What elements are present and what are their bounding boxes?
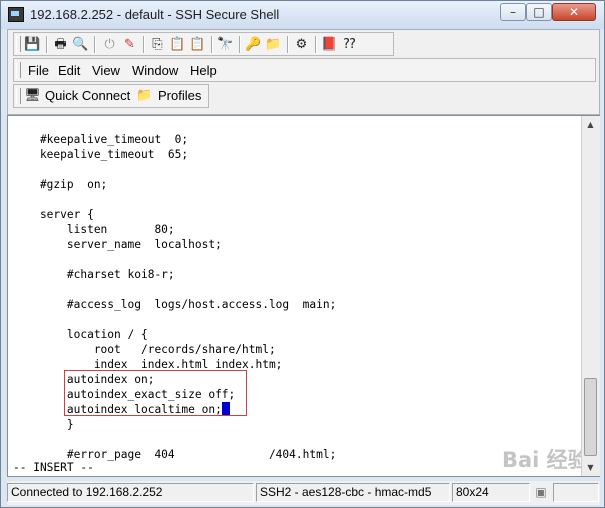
toolbar-separator: [287, 36, 289, 53]
status-extra-pane: [553, 483, 599, 502]
watermark: Bai 经验: [502, 448, 589, 472]
menu-window[interactable]: Window: [132, 63, 178, 78]
icon-toolbar: 💾 🖶 🔍 ⏻ ✎ ⎘ 📋 📋 🔭 🔑 📁 ⚙ 📕 ⁇: [13, 32, 394, 56]
menu-help[interactable]: Help: [190, 63, 217, 78]
file-transfer-icon[interactable]: 📁: [265, 36, 282, 53]
save-icon[interactable]: 💾: [24, 36, 41, 53]
tools-icon[interactable]: ⚙: [293, 36, 310, 53]
cipher-status: SSH2 - aes128-cbc - hmac-md5: [256, 483, 450, 502]
toolbar-separator: [239, 36, 241, 53]
highlight-annotation-box: [64, 370, 247, 416]
ssh-client-window: 192.168.2.252 - default - SSH Secure She…: [0, 0, 605, 508]
terminal-line: server_name localhost;: [13, 238, 222, 251]
quickbar-grip[interactable]: [16, 88, 21, 104]
toolbar-area: 💾 🖶 🔍 ⏻ ✎ ⎘ 📋 📋 🔭 🔑 📁 ⚙ 📕 ⁇ File Edit Vi…: [7, 29, 600, 115]
quick-connect-icon: 🖥: [24, 88, 41, 103]
paste-special-icon[interactable]: 📋: [189, 36, 206, 53]
copy-icon[interactable]: ⎘: [149, 36, 166, 53]
terminal-line: listen 80;: [13, 223, 175, 236]
key-icon[interactable]: 🔑: [245, 36, 262, 53]
quick-connect-bar: 🖥 Quick Connect 📁 Profiles: [13, 84, 209, 108]
minimize-button[interactable]: –: [500, 3, 526, 21]
toolbar-grip[interactable]: [16, 36, 21, 52]
close-button[interactable]: ✕: [552, 3, 596, 21]
terminal-view[interactable]: #keepalive_timeout 0; keepalive_timeout …: [7, 115, 600, 477]
terminal-size: 80x24: [452, 483, 530, 502]
find-icon[interactable]: 🔭: [217, 36, 234, 53]
terminal-line: server {: [13, 208, 94, 221]
terminal-app-icon: [8, 7, 24, 22]
terminal-line: #keepalive_timeout 0;: [13, 133, 189, 146]
scroll-down-icon[interactable]: ▼: [582, 459, 599, 476]
window-title: 192.168.2.252 - default - SSH Secure She…: [30, 7, 280, 22]
print-preview-icon[interactable]: 🔍: [72, 36, 89, 53]
terminal-line: #charset koi8-r;: [13, 268, 175, 281]
menu-view[interactable]: View: [92, 63, 120, 78]
toolbar-separator: [143, 36, 145, 53]
terminal-line: keepalive_timeout 65;: [13, 148, 189, 161]
context-help-icon[interactable]: ⁇: [341, 36, 358, 53]
vertical-scrollbar[interactable]: ▲ ▼: [581, 116, 600, 476]
terminal-line: root /records/share/html;: [13, 343, 276, 356]
menu-bar: File Edit View Window Help: [13, 58, 596, 82]
disconnect-icon[interactable]: ⏻: [101, 36, 118, 53]
help-book-icon[interactable]: 📕: [321, 36, 338, 53]
toolbar-separator: [94, 36, 96, 53]
maximize-button[interactable]: □: [526, 3, 552, 21]
quick-connect-button[interactable]: Quick Connect: [45, 88, 130, 103]
status-icon: ▣: [535, 485, 547, 499]
paste-icon[interactable]: 📋: [169, 36, 186, 53]
settings-icon[interactable]: ✎: [121, 36, 138, 53]
folder-icon: 📁: [136, 88, 153, 103]
terminal-line: location / {: [13, 328, 148, 341]
title-bar[interactable]: 192.168.2.252 - default - SSH Secure She…: [1, 1, 604, 29]
scroll-up-icon[interactable]: ▲: [582, 116, 599, 133]
toolbar-separator: [211, 36, 213, 53]
terminal-line: }: [13, 418, 74, 431]
connection-status: Connected to 192.168.2.252: [7, 483, 254, 502]
toolbar-separator: [315, 36, 317, 53]
profiles-button[interactable]: Profiles: [158, 88, 201, 103]
vim-mode-indicator: -- INSERT --: [13, 461, 94, 474]
menubar-grip[interactable]: [16, 62, 21, 78]
status-bar: Connected to 192.168.2.252 SSH2 - aes128…: [7, 481, 600, 505]
menu-file[interactable]: File: [28, 63, 49, 78]
scrollbar-thumb[interactable]: [584, 378, 597, 456]
terminal-line: #gzip on;: [13, 178, 108, 191]
menu-edit[interactable]: Edit: [58, 63, 80, 78]
terminal-line: #access_log logs/host.access.log main;: [13, 298, 337, 311]
toolbar-separator: [46, 36, 48, 53]
print-icon[interactable]: 🖶: [52, 36, 69, 53]
